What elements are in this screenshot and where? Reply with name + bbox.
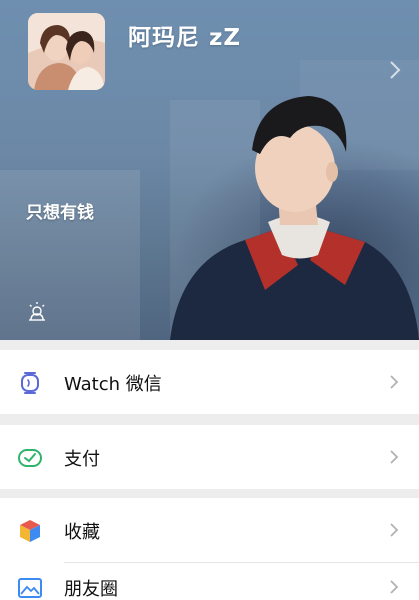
menu-item-pay-label: 支付 [64, 449, 100, 470]
watch-icon [21, 372, 39, 394]
status-icon[interactable] [26, 300, 48, 322]
moments-icon [18, 578, 42, 598]
favorites-icon [20, 520, 40, 542]
profile-header[interactable]: 阿玛尼 zZ 只想有钱 [0, 0, 419, 340]
avatar[interactable] [28, 13, 105, 90]
menu-item-moments-label: 朋友圈 [64, 579, 118, 600]
chevron-right-icon [390, 450, 399, 464]
menu-item-moments[interactable]: 朋友圈 [0, 563, 419, 600]
chevron-right-icon [390, 523, 399, 537]
profile-signature: 只想有钱 [26, 203, 94, 223]
menu-item-watch[interactable]: Watch 微信 [0, 350, 419, 414]
menu-item-pay[interactable]: 支付 [0, 425, 419, 489]
menu-item-watch-label: Watch 微信 [64, 374, 162, 395]
chevron-right-icon [390, 375, 399, 389]
cover-photo-person [170, 96, 419, 340]
chevron-right-icon [390, 580, 399, 594]
menu-group-pay: 支付 [0, 425, 419, 489]
menu-group-watch: Watch 微信 [0, 350, 419, 414]
menu-group-favorites-moments: 收藏 朋友圈 [0, 498, 419, 600]
chevron-right-icon [390, 61, 401, 79]
menu-item-favorites-label: 收藏 [64, 522, 100, 543]
pay-icon [18, 449, 42, 467]
menu-item-favorites[interactable]: 收藏 [0, 498, 419, 562]
profile-nickname: 阿玛尼 zZ [128, 25, 242, 51]
